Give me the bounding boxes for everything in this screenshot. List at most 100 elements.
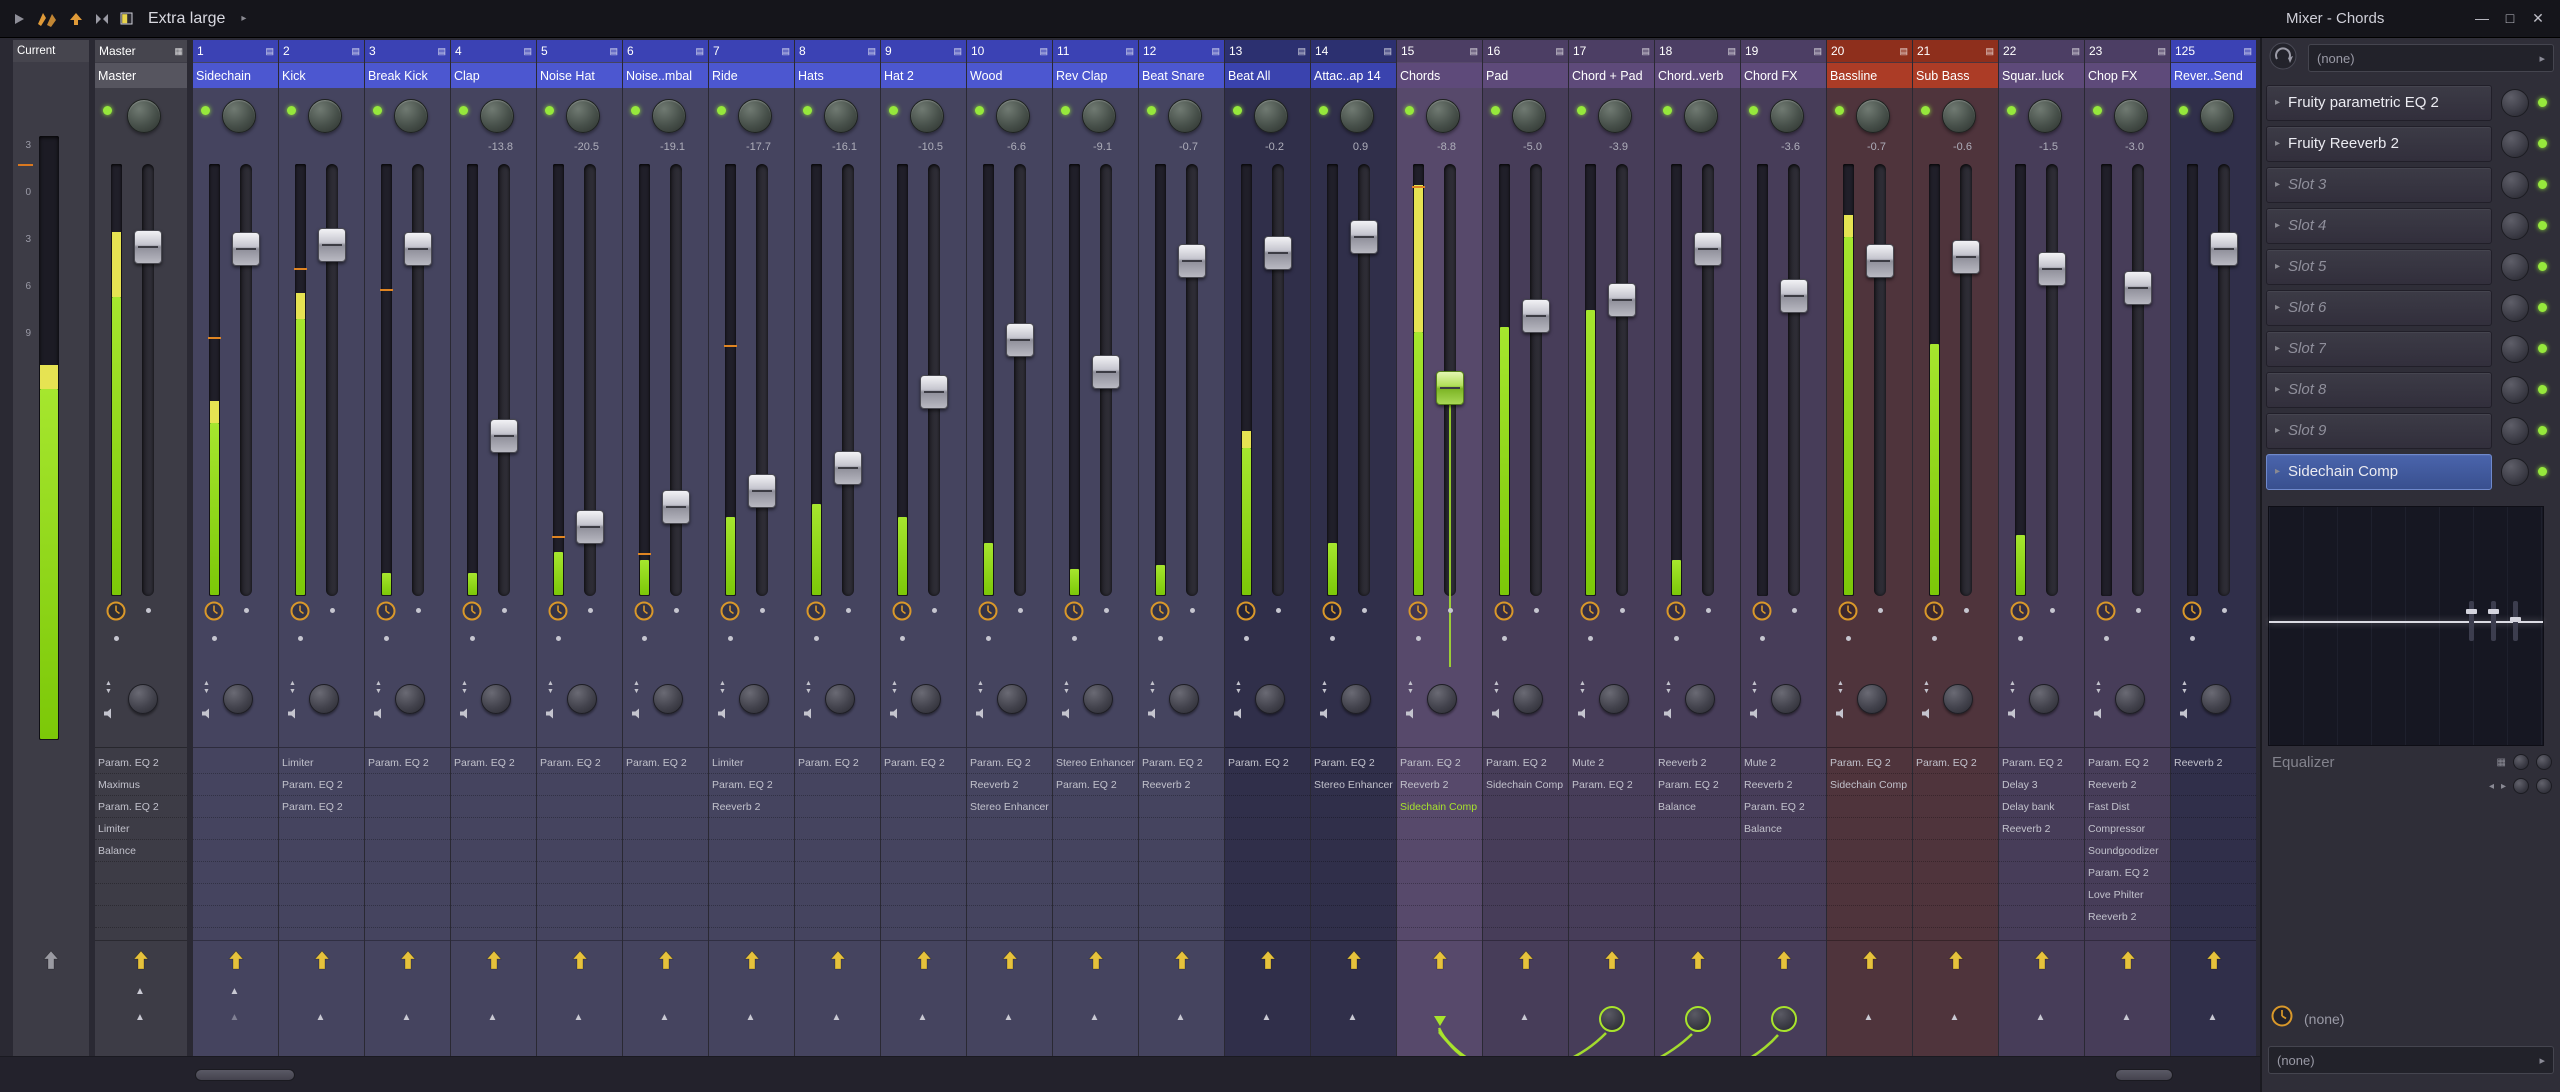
pan-knob[interactable] (1683, 99, 1718, 133)
effect-slot-label[interactable]: Limiter (95, 818, 187, 840)
speaker-icon[interactable] (1663, 706, 1676, 724)
track-name[interactable]: Chop FX (2085, 63, 2170, 88)
pan-knob[interactable] (1339, 99, 1374, 133)
swap-channels-icon[interactable]: ▲ ▼ (547, 680, 554, 696)
route-to-master-arrow[interactable] (1689, 950, 1706, 975)
track-name[interactable]: Pad (1483, 63, 1568, 88)
fx-slot-mix-knob[interactable] (2501, 375, 2529, 404)
track-number-row[interactable]: 2 ▤ (279, 40, 364, 62)
eq-knob-4[interactable] (2536, 778, 2552, 794)
eq-knob-3[interactable] (2513, 778, 2529, 794)
route-to-master-arrow[interactable] (1775, 950, 1792, 975)
speaker-icon[interactable] (889, 706, 902, 724)
mixer-track-strip[interactable]: 17 ▤ Chord + Pad -3.9 ▲ ▼ Mute 2 Param. EQ 2 (1569, 40, 1654, 1056)
mute-led[interactable] (1835, 106, 1844, 115)
paint-flags-icon[interactable] (36, 11, 58, 27)
route-triangle[interactable]: ▲ (1004, 1012, 1014, 1023)
delay-clock-icon[interactable] (105, 600, 127, 627)
route-to-master-arrow[interactable] (1431, 950, 1448, 975)
pan-knob[interactable] (2027, 99, 2062, 133)
track-number-row[interactable]: 19 ▤ (1741, 40, 1826, 62)
mute-led[interactable] (1663, 106, 1672, 115)
swap-channels-icon[interactable]: ▲ ▼ (1665, 680, 1672, 696)
effect-slot-label[interactable]: Reeverb 2 (2085, 774, 2170, 796)
effect-slot-label[interactable]: Maximus (95, 774, 187, 796)
route-to-master-arrow[interactable] (915, 950, 932, 975)
mute-led[interactable] (1749, 106, 1758, 115)
volume-fader[interactable] (1522, 299, 1550, 334)
track-number-row[interactable]: 11 ▤ (1053, 40, 1138, 62)
effect-slot-label[interactable]: Reeverb 2 (967, 774, 1052, 796)
delay-clock-icon[interactable] (2095, 600, 2117, 627)
fader-track[interactable] (2132, 164, 2144, 596)
stereo-separation-knob[interactable] (910, 684, 941, 714)
fx-slot-mix-knob[interactable] (2501, 170, 2529, 199)
speaker-icon[interactable] (2179, 706, 2192, 724)
track-name[interactable]: Chords (1397, 63, 1482, 88)
route-to-master-arrow[interactable] (1947, 950, 1964, 975)
plugin-picker-icon[interactable] (2268, 41, 2298, 76)
mixer-track-strip[interactable]: 13 ▤ Beat All -0.2 ▲ ▼ Param. EQ 2 ▲ (1225, 40, 1310, 1056)
speaker-icon[interactable] (1491, 706, 1504, 724)
effect-slot-label[interactable]: Param. EQ 2 (1397, 752, 1482, 774)
effect-slot-label[interactable]: Param. EQ 2 (881, 752, 966, 774)
mute-led[interactable] (201, 106, 210, 115)
speaker-icon[interactable] (2007, 706, 2020, 724)
master-name[interactable]: Master (95, 63, 187, 88)
track-name[interactable]: Wood (967, 63, 1052, 88)
send-up-arrow-icon[interactable] (68, 12, 84, 26)
mixer-track-strip[interactable]: 4 ▤ Clap -13.8 ▲ ▼ Param. EQ 2 ▲ (451, 40, 536, 1056)
track-name[interactable]: Kick (279, 63, 364, 88)
send-amount-knob[interactable] (1770, 1006, 1797, 1032)
mute-led[interactable] (1233, 106, 1242, 115)
fader-track[interactable] (756, 164, 768, 596)
fader-track[interactable] (670, 164, 682, 596)
swap-channels-icon[interactable]: ▲ ▼ (2181, 680, 2188, 696)
route-to-master-arrow[interactable] (1861, 950, 1878, 975)
effect-slot-label[interactable]: Param. EQ 2 (1655, 774, 1740, 796)
effect-slot-label[interactable]: Sidechain Comp (1827, 774, 1912, 796)
track-number-row[interactable]: 6 ▤ (623, 40, 708, 62)
stereo-separation-knob[interactable] (2200, 684, 2231, 714)
fx-slot-enable-led[interactable] (2538, 98, 2547, 107)
route-to-master-arrow[interactable] (399, 950, 416, 975)
speaker-icon[interactable] (201, 706, 214, 724)
route-to-master-arrow[interactable] (657, 950, 674, 975)
mute-led[interactable] (2179, 106, 2188, 115)
mute-led[interactable] (803, 106, 812, 115)
mute-led[interactable] (459, 106, 468, 115)
mixer-track-strip[interactable]: 20 ▤ Bassline -0.7 ▲ ▼ Param. EQ 2 Sidechain Co… (1827, 40, 1912, 1056)
fx-slot-enable-led[interactable] (2538, 221, 2547, 230)
swap-channels-icon[interactable]: ▲ ▼ (805, 680, 812, 696)
track-name[interactable]: Noise..mbal (623, 63, 708, 88)
effect-slot-label[interactable]: Balance (1741, 818, 1826, 840)
swap-channels-icon[interactable]: ▲ ▼ (1235, 680, 1242, 696)
fader-track[interactable] (1788, 164, 1800, 596)
fx-slot-enable-led[interactable] (2538, 426, 2547, 435)
route-triangle[interactable]: ▲ (574, 1012, 584, 1023)
route-to-master-arrow[interactable] (1001, 950, 1018, 975)
route-triangle[interactable]: ▲ (1090, 1012, 1100, 1023)
pan-knob[interactable] (221, 99, 256, 133)
fx-slot-7[interactable]: ▸ Slot 7 (2266, 330, 2492, 367)
volume-fader[interactable] (232, 231, 260, 266)
mute-led[interactable] (1319, 106, 1328, 115)
stereo-separation-knob[interactable] (1942, 684, 1973, 714)
effect-slot-label[interactable]: Sidechain Comp (1397, 796, 1482, 818)
mixer-track-strip[interactable]: 6 ▤ Noise..mbal -19.1 ▲ ▼ Param. EQ 2 ▲ (623, 40, 708, 1056)
volume-fader[interactable] (404, 231, 432, 266)
mixer-track-strip[interactable]: 5 ▤ Noise Hat -20.5 ▲ ▼ Param. EQ 2 ▲ (537, 40, 622, 1056)
effect-slot-label[interactable]: Sidechain Comp (1483, 774, 1568, 796)
stereo-separation-knob[interactable] (1168, 684, 1199, 714)
fx-slot-5[interactable]: ▸ Slot 5 (2266, 248, 2492, 285)
speaker-icon[interactable] (1319, 706, 1332, 724)
track-number-row[interactable]: 22 ▤ (1999, 40, 2084, 62)
rack-preset-selector[interactable]: (none) ▸ (2308, 44, 2554, 72)
stereo-separation-knob[interactable] (128, 684, 158, 714)
fader-track[interactable] (1014, 164, 1026, 596)
route-to-master-arrow[interactable] (1517, 950, 1534, 975)
fx-slot-1[interactable]: ▸ Fruity parametric EQ 2 (2266, 84, 2492, 121)
pan-knob[interactable] (651, 99, 686, 133)
delay-clock-icon[interactable] (1751, 600, 1773, 627)
track-name[interactable]: Rever..Send (2171, 63, 2256, 88)
